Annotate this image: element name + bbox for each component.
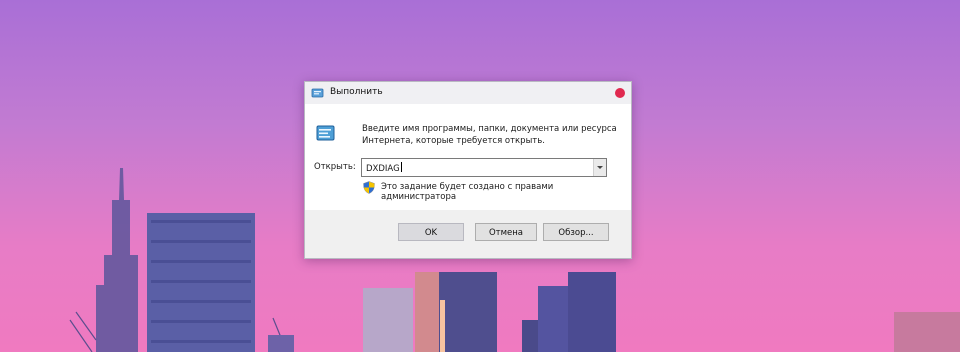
dialog-footer: OK Отмена Обзор... <box>305 210 631 258</box>
cancel-button[interactable]: Отмена <box>475 223 537 241</box>
close-button[interactable] <box>615 88 625 98</box>
run-icon <box>316 125 335 141</box>
dropdown-arrow-button[interactable] <box>593 159 606 176</box>
open-combobox[interactable]: DXDIAG <box>361 158 607 177</box>
run-icon <box>311 88 324 98</box>
title-bar[interactable]: Выполнить <box>305 82 631 104</box>
uac-shield-icon <box>363 181 375 194</box>
description-line-1: Введите имя программы, папки, документа … <box>362 124 617 134</box>
chevron-down-icon <box>597 166 603 169</box>
dialog-title: Выполнить <box>330 87 383 97</box>
open-input-value: DXDIAG <box>366 164 400 174</box>
run-dialog: Выполнить Введите имя программы, папки, … <box>304 81 632 259</box>
browse-button[interactable]: Обзор... <box>543 223 609 241</box>
dialog-description: Введите имя программы, папки, документа … <box>362 123 622 147</box>
admin-note: Это задание будет создано с правами адми… <box>381 182 554 202</box>
ok-button[interactable]: OK <box>398 223 464 241</box>
open-input[interactable]: DXDIAG <box>366 162 402 174</box>
text-caret <box>400 162 402 172</box>
description-line-2: Интернета, которые требуется открыть. <box>362 136 545 146</box>
open-label: Открыть: <box>314 162 356 172</box>
